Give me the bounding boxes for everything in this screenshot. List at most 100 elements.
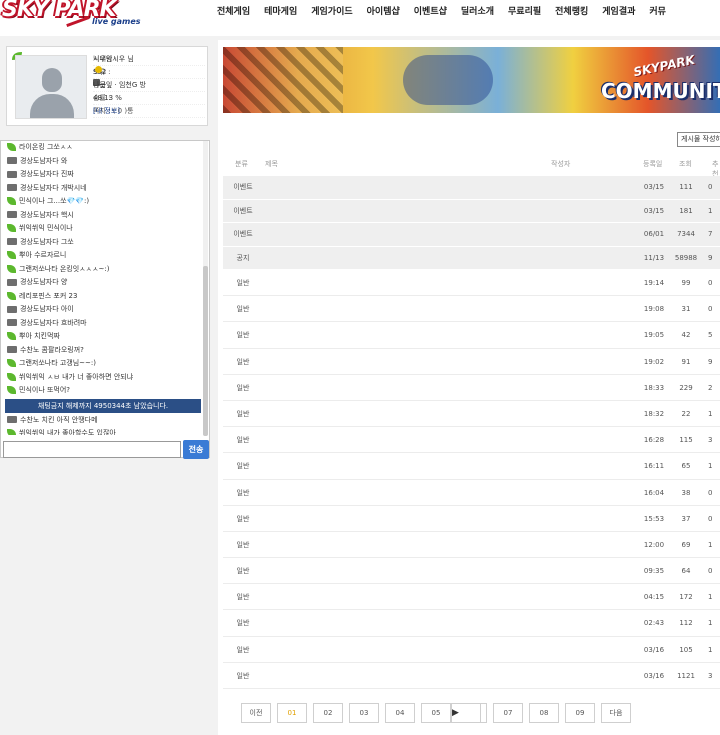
post-date: 15:53	[643, 514, 665, 523]
notice-row[interactable]: 이벤트스카이파크 유튜브 홍보 이벤트[1]스카이파크06/0173447	[223, 223, 720, 247]
page-button[interactable]: 09	[565, 703, 595, 723]
header-title: 제목	[265, 160, 278, 168]
chat-text: 경상도남자다 양	[20, 278, 68, 286]
chat-text: 경상도남자다 진짜	[20, 170, 74, 178]
notice-row[interactable]: 공지커뮤니티 게시판작성 규정안내[84]스카이파크11/13589889	[223, 246, 720, 270]
table-row[interactable]: 일반일상이라고 올리면 되겠나 (일로건이는 시형급지..)[13]꽃피는봄19…	[223, 270, 720, 297]
nav-item[interactable]: 아이템샵	[360, 0, 407, 18]
post-recommend: 9	[708, 253, 713, 262]
banner-title: COMMUNITY	[601, 79, 720, 103]
community-banner: SKYPARK COMMUNITY	[223, 47, 720, 113]
badge-icon	[7, 238, 17, 245]
table-row[interactable]: 일반오늘은 저녁은 엄마표 김밥과 라면~[4]개구릿19:05425	[223, 322, 720, 349]
page-button[interactable]: 07	[493, 703, 523, 723]
profile-row: 등급 : 나뭇잎 · 임천G 방	[93, 79, 205, 92]
post-date: 18:33	[643, 383, 665, 392]
nav-item[interactable]: 커뮤	[642, 0, 673, 18]
prev-button[interactable]: 이전	[241, 703, 271, 723]
nav-item[interactable]: 이벤트샵	[407, 0, 454, 18]
page-button[interactable]: 02	[313, 703, 343, 723]
logo-sub: live games	[92, 17, 141, 26]
chat-message: 뿌아 수르자르니	[3, 249, 203, 263]
post-recommend: 3	[708, 671, 713, 680]
chat-send-button[interactable]: 전송	[183, 440, 209, 459]
table-row[interactable]: 일반스팍[17]소용녀03/1611213	[223, 663, 720, 689]
post-recommend: 0	[708, 183, 713, 191]
post-date: 11/13	[643, 253, 665, 262]
chat-message: 쒸익쒸익 ㅅㅂ 내가 너 좋아하면 안되냐	[3, 371, 203, 385]
chat-message: 레리포핀스 포커 23	[3, 290, 203, 304]
post-views: 65	[681, 462, 691, 471]
nav-item[interactable]: 게임가이드	[304, 0, 359, 18]
chat-text: 쒸익쒸익 내가 좋아할수도 있잖아	[19, 429, 116, 435]
nav-item[interactable]: 전체게임	[210, 0, 257, 18]
notice-row[interactable]: 이벤트제 85 회 Best 인기왕 이벤트스카이파크03/151110	[223, 176, 720, 200]
post-date: 19:08	[643, 305, 665, 314]
post-date: 12:00	[643, 540, 665, 549]
chat-message: 경상도남자다 와	[3, 155, 203, 169]
page-button[interactable]: 04	[385, 703, 415, 723]
nav-item[interactable]: 무료리필	[501, 0, 548, 18]
table-row[interactable]: 일반엉댕이업 · 네 · ㅋ분석하자16:04380	[223, 480, 720, 506]
last-page-button[interactable]: ▶	[451, 703, 481, 723]
logo[interactable]: SKY PARK live games	[0, 0, 150, 34]
chat-text: 수찬노 치킨 아직 안땡다메	[20, 415, 98, 424]
avatar-head	[42, 68, 62, 92]
post-date: 19:14	[643, 279, 665, 287]
post-views: 42	[681, 331, 691, 340]
write-post-button[interactable]: 게시물 작성하기	[677, 132, 720, 147]
table-row[interactable]: 일반2023-03-17 용디시티 스펙일상(피자+계란볶음밥+연어사시미+육회…	[223, 584, 720, 611]
table-row[interactable]: 일반여기 가면 나 입구 컷 당하겠지....[4]개구릿02:431121	[223, 610, 720, 637]
table-row[interactable]: 일반오늘 점심메뉴 ...이거먹고 헬스 하고 저녁 못먹을 각...이다[4]…	[223, 532, 720, 559]
board-rows: 이벤트제 85 회 Best 인기왕 이벤트스카이파크03/151110이벤트제…	[223, 176, 720, 689]
table-row[interactable]: 일반여러분들 보 · 세 · 요 ·[2]분석하자16:11651	[223, 453, 720, 480]
table-row[interactable]: 일반ㅋㅋ[1]토토타15:53370	[223, 506, 720, 532]
post-date: 02:43	[643, 619, 665, 628]
post-category: 이벤트	[233, 230, 253, 238]
table-row[interactable]: 일반진호야 디ㅈㅁ[1]준호9409:35640	[223, 558, 720, 585]
post-date: 19:05	[643, 331, 665, 340]
chat-input[interactable]	[3, 441, 181, 458]
post-category: 일반	[236, 514, 250, 523]
post-recommend: 2	[708, 383, 713, 392]
table-row[interactable]: 일반리팀뤼누님[1]분석하자19:08310	[223, 296, 720, 323]
main-nav: 전체게임 테마게임 게임가이드 아이템샵 이벤트샵 딜러소개 무료리필 전체랭킹 게임결과 커뮤	[210, 0, 673, 18]
table-row[interactable]: 일반기룡님 북돈 확인요 많이 못드려서 죄송합니다 ㅠ[2]탐지주세요03/1…	[223, 637, 720, 663]
nav-item[interactable]: 딜러소개	[454, 0, 501, 18]
nav-item[interactable]: 전체랭킹	[548, 0, 595, 18]
page-button[interactable]: 05	[421, 703, 451, 723]
page-button[interactable]: 03	[349, 703, 379, 723]
table-row[interactable]: 일반오늘도 일용할 양식을 주셔서 감사합니다 / 3월17일[1]크레이지카오…	[223, 401, 720, 428]
chat-message: 경상도남자다 아이	[3, 303, 203, 317]
profile-value: 나뭇잎 · 임천G 방	[93, 81, 146, 89]
nav-item[interactable]: 테마게임	[257, 0, 304, 18]
leaf-icon	[7, 359, 16, 367]
leaf-icon	[7, 429, 16, 435]
table-row[interactable]: 일반보크의하루~~~~~~~~편의점램리뷰[7]보크19:02919	[223, 349, 720, 375]
post-recommend: 1	[708, 462, 713, 471]
nav-item[interactable]: 게임결과	[595, 0, 642, 18]
chat-text: 뿌아 치킨먹짜	[19, 332, 60, 340]
leaf-icon	[7, 291, 16, 300]
page-button[interactable]: 01	[277, 703, 307, 723]
chat-text: 경상도남자다 개박시네	[20, 183, 87, 192]
badge-icon	[7, 319, 17, 326]
post-category: 일반	[236, 279, 250, 287]
post-recommend: 1	[708, 206, 713, 215]
chat-message: 경상도남자다 진짜	[3, 168, 203, 182]
post-category: 일반	[236, 305, 250, 314]
my-info-link[interactable]: [내 정보]	[93, 105, 120, 118]
chat-message: 쒸익쒸익 내가 좋아할수도 있잖아	[3, 427, 203, 435]
page-button[interactable]: 08	[529, 703, 559, 723]
post-views: 91	[681, 357, 691, 366]
table-row[interactable]: 일반뱅장이가[7]뱅장16:281153	[223, 427, 720, 454]
post-category: 일반	[236, 436, 250, 445]
coin-icon	[95, 66, 102, 73]
header-date: 등록일	[643, 160, 663, 168]
chat-scrollbar-thumb[interactable]	[203, 266, 208, 436]
badge-icon	[7, 170, 17, 178]
post-views: 99	[681, 279, 691, 287]
table-row[interactable]: 일반일상일상!!일상속 맛도리~^^ㅎㅎ[45]그리핌18:332292	[223, 375, 720, 401]
notice-row[interactable]: 이벤트제 84 회 Best 인기왕 당첨자 안내[1]스카이파크03/1518…	[223, 199, 720, 223]
next-button[interactable]: 다음	[601, 703, 631, 723]
